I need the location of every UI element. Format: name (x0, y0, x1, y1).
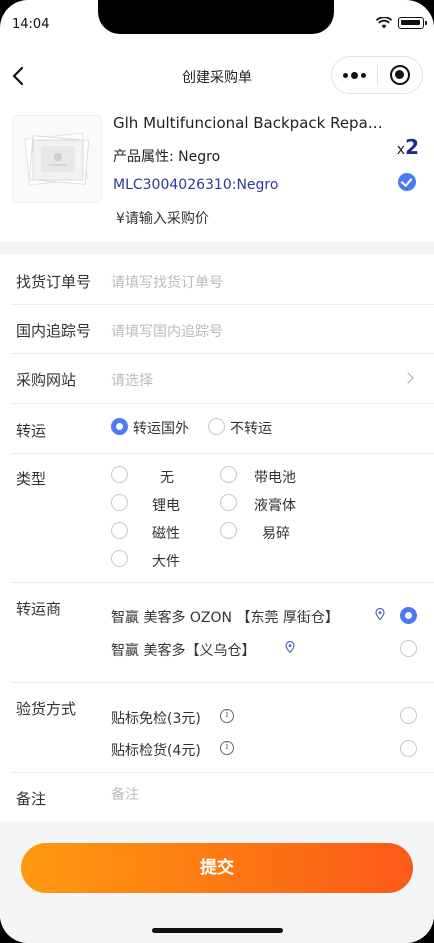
product-selected-check-icon[interactable] (398, 173, 416, 191)
type-battery-label[interactable]: 带电池 (254, 467, 296, 487)
inspection-label: 验货方式 (16, 700, 77, 718)
purchase-price-input[interactable]: ¥请输入采购价 (116, 208, 209, 228)
target-icon (389, 65, 410, 85)
close-mini-program-button[interactable] (378, 65, 422, 85)
product-card: Glh Multifuncional Backpack Reparti… 产品属… (0, 100, 434, 242)
order-no-label: 找货订单号 (16, 273, 92, 291)
transit-option-abroad-radio[interactable] (111, 418, 128, 435)
row-divider (11, 682, 434, 683)
location-pin-icon[interactable] (284, 641, 296, 653)
type-fragile-radio[interactable] (220, 522, 237, 539)
row-divider (11, 403, 434, 404)
home-indicator (152, 928, 283, 933)
battery-icon (398, 17, 427, 29)
type-oversize-radio[interactable] (111, 550, 128, 567)
transit-option-abroad-label[interactable]: 转运国外 (133, 418, 189, 438)
tracking-no-label: 国内追踪号 (16, 322, 92, 340)
product-quantity: x2 (397, 135, 419, 159)
type-magnetic-radio[interactable] (111, 522, 128, 539)
row-divider (11, 772, 434, 773)
row-divider (11, 353, 434, 354)
type-liquid-label[interactable]: 液膏体 (254, 495, 296, 515)
location-pin-icon[interactable] (374, 608, 386, 620)
inspection-option-check-label[interactable]: 贴标检货(4元) (111, 740, 201, 760)
quantity-value: 2 (405, 135, 419, 159)
type-none-label[interactable]: 无 (160, 467, 174, 487)
notch (98, 0, 334, 34)
type-none-radio[interactable] (111, 466, 128, 483)
row-divider (11, 582, 434, 583)
type-lithium-label[interactable]: 锂电 (152, 495, 180, 515)
forwarder-option-yiwu-radio[interactable] (400, 640, 417, 657)
inspection-option-free-label[interactable]: 贴标免检(3元) (111, 708, 201, 728)
forwarder-option-dongguan-radio[interactable] (400, 607, 417, 624)
remark-label: 备注 (16, 790, 47, 808)
status-time: 14:04 (12, 17, 50, 32)
mini-program-capsule (331, 56, 423, 94)
more-icon[interactable] (332, 71, 377, 79)
transit-label: 转运 (16, 422, 47, 440)
status-icons (376, 17, 427, 29)
row-divider (11, 304, 434, 305)
chevron-right-icon[interactable] (402, 372, 414, 384)
section-divider (0, 242, 434, 254)
remark-input[interactable]: 备注 (111, 784, 139, 804)
type-liquid-radio[interactable] (220, 494, 237, 511)
product-attribute-label: 产品属性: (113, 149, 174, 165)
quantity-prefix: x (396, 142, 406, 158)
phone-screen: 14:04 创建采购单 Glh Multifuncional Backpack … (0, 0, 434, 943)
forwarder-label: 转运商 (16, 600, 62, 618)
site-label: 采购网站 (16, 371, 77, 389)
product-attribute-value: Negro (178, 149, 221, 165)
transit-option-none-radio[interactable] (208, 418, 225, 435)
product-attribute: 产品属性: Negro (113, 146, 220, 166)
info-icon[interactable]: i (220, 741, 234, 755)
product-thumbnail (12, 115, 102, 203)
tracking-no-input[interactable]: 请填写国内追踪号 (111, 321, 223, 341)
type-magnetic-label[interactable]: 磁性 (152, 523, 180, 543)
wifi-icon (376, 17, 392, 29)
site-select[interactable]: 请选择 (111, 370, 153, 390)
product-name: Glh Multifuncional Backpack Reparti… (113, 114, 385, 132)
type-label: 类型 (16, 470, 47, 488)
submit-button[interactable]: 提交 (21, 843, 413, 893)
forwarder-option-yiwu-label[interactable]: 智赢 美客多【义乌仓】 (111, 640, 255, 660)
inspection-option-check-radio[interactable] (400, 740, 417, 757)
inspection-option-free-radio[interactable] (400, 707, 417, 724)
type-battery-radio[interactable] (220, 466, 237, 483)
order-no-input[interactable]: 请填写找货订单号 (111, 272, 223, 292)
nav-bar: 创建采购单 (0, 52, 434, 100)
row-divider (11, 453, 434, 454)
transit-option-none-label[interactable]: 不转运 (230, 418, 272, 438)
image-placeholder-icon (24, 132, 90, 186)
type-oversize-label[interactable]: 大件 (152, 551, 180, 571)
type-lithium-radio[interactable] (111, 494, 128, 511)
info-icon[interactable]: i (220, 709, 234, 723)
type-fragile-label[interactable]: 易碎 (262, 523, 290, 543)
forwarder-option-dongguan-label[interactable]: 智赢 美客多 OZON 【东莞 厚街仓】 (111, 607, 339, 627)
product-sku: MLC3004026310:Negro (113, 177, 279, 193)
